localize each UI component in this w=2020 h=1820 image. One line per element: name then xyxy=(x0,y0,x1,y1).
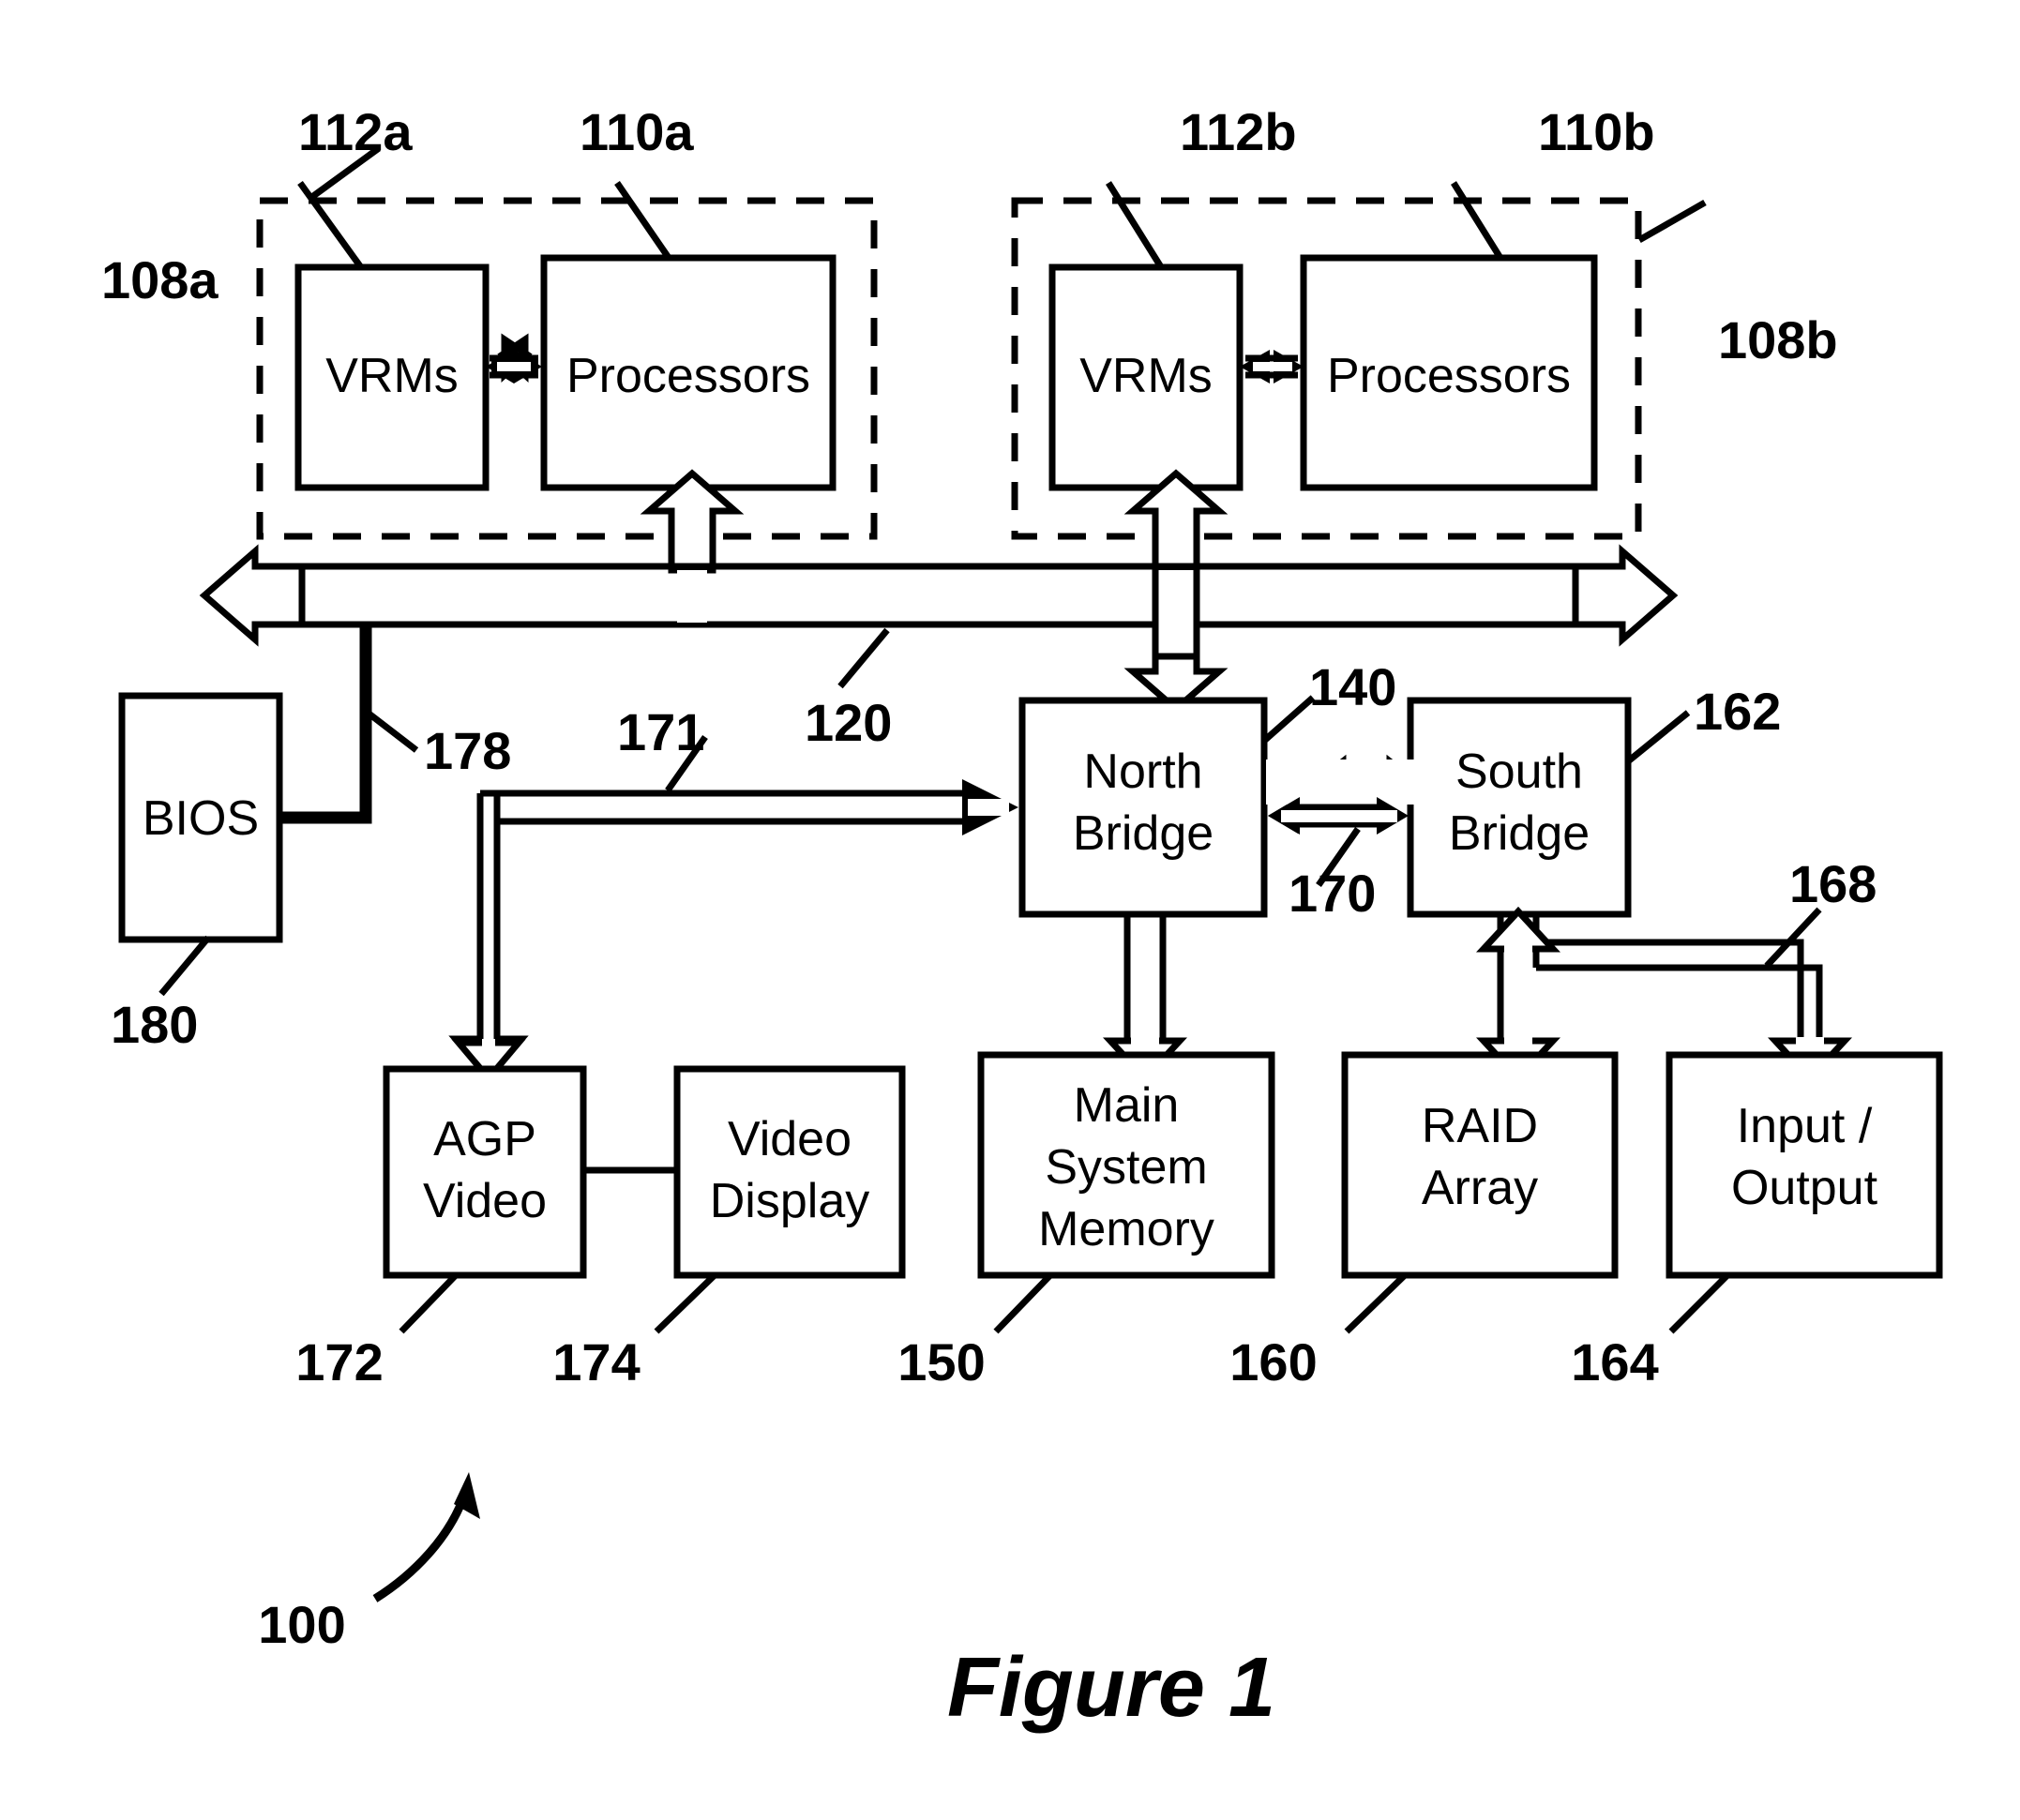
leader-172 xyxy=(399,1272,459,1334)
label-vrms-b: VRMs xyxy=(1079,349,1213,403)
label-memory-2: System xyxy=(1045,1140,1207,1195)
ref-180: 180 xyxy=(111,995,198,1054)
ref-110a: 110a xyxy=(580,102,694,161)
leader-108b xyxy=(1637,199,1707,244)
leader-112a xyxy=(297,180,366,273)
label-south-bridge-2: Bridge xyxy=(1449,806,1590,861)
label-processors-b: Processors xyxy=(1327,349,1571,403)
label-agp-2: Video xyxy=(423,1174,547,1228)
agp-arrow-down xyxy=(448,793,529,1084)
connector-vrms-a-processors-a xyxy=(486,333,542,384)
label-north-bridge-2: Bridge xyxy=(1073,806,1214,861)
system-bus-120 xyxy=(199,544,1679,647)
label-io-2: Output xyxy=(1731,1161,1878,1215)
bus-to-north-bridge-arrow xyxy=(1123,570,1229,714)
ref-162: 162 xyxy=(1694,682,1781,741)
label-south-bridge-1: South xyxy=(1455,745,1583,799)
ref-112b: 112b xyxy=(1180,102,1297,161)
leader-150 xyxy=(993,1272,1053,1334)
leader-164 xyxy=(1668,1272,1730,1334)
ref-170: 170 xyxy=(1289,864,1376,923)
label-memory-3: Memory xyxy=(1038,1202,1214,1256)
leader-162 xyxy=(1625,710,1691,764)
ref-108a: 108a xyxy=(101,250,219,309)
label-vrms-a: VRMs xyxy=(325,349,459,403)
io-bus-stems xyxy=(1497,949,1540,1043)
ref-100: 100 xyxy=(258,1595,345,1654)
label-agp-1: AGP xyxy=(433,1112,536,1166)
label-raid-2: Array xyxy=(1422,1161,1538,1215)
bios-bus-178 xyxy=(281,624,419,824)
ref-140: 140 xyxy=(1309,657,1396,716)
ref-174: 174 xyxy=(552,1332,640,1391)
ref-168: 168 xyxy=(1789,854,1877,913)
ref-172: 172 xyxy=(295,1332,383,1391)
label-bios: BIOS xyxy=(143,791,259,846)
label-video-display-2: Display xyxy=(710,1174,870,1228)
block-diagram: VRMs Processors VRMs Processors BIOS Nor… xyxy=(101,102,1943,1735)
label-raid-1: RAID xyxy=(1422,1099,1538,1153)
leader-180 xyxy=(158,935,211,997)
connector-vrms-b-processors-b xyxy=(1240,350,1304,384)
ref-164: 164 xyxy=(1571,1332,1658,1391)
block-agp-video xyxy=(383,1065,587,1279)
label-io-1: Input / xyxy=(1737,1099,1873,1153)
label-memory-1: Main xyxy=(1074,1078,1180,1133)
ref-160: 160 xyxy=(1229,1332,1317,1391)
agp-bus-171 xyxy=(476,734,1018,1061)
label-video-display-1: Video xyxy=(728,1112,852,1166)
ref-178: 178 xyxy=(424,721,511,780)
label-processors-a: Processors xyxy=(566,349,810,403)
ref-112a: 112a xyxy=(298,102,413,161)
ref-110b: 110b xyxy=(1538,102,1655,161)
leader-160 xyxy=(1344,1272,1408,1334)
ref-171: 171 xyxy=(617,702,704,761)
leader-174 xyxy=(654,1272,717,1334)
leader-112b xyxy=(1106,181,1166,272)
system-callout-arrow xyxy=(372,1472,480,1602)
figure-caption: Figure 1 xyxy=(947,1641,1275,1735)
leader-120 xyxy=(837,627,890,689)
leader-140 xyxy=(1261,695,1316,744)
ref-150: 150 xyxy=(897,1332,985,1391)
block-video-display xyxy=(673,1065,906,1279)
label-north-bridge-1: North xyxy=(1083,745,1202,799)
ref-108b: 108b xyxy=(1718,310,1838,369)
figure-canvas: VRMs Processors VRMs Processors BIOS Nor… xyxy=(0,0,2020,1820)
ref-120: 120 xyxy=(805,693,892,752)
